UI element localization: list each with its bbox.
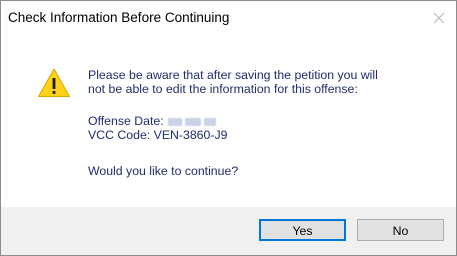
offense-date-row: Offense Date: <box>88 114 216 128</box>
warning-message: Please be aware that after saving the pe… <box>88 68 438 96</box>
close-button[interactable] <box>422 1 456 35</box>
button-bar: Yes No <box>1 207 456 255</box>
vcc-code-label: VCC Code: <box>88 128 151 142</box>
no-button[interactable]: No <box>357 219 444 241</box>
message-line-1: Please be aware that after saving the pe… <box>88 68 378 82</box>
continue-question: Would you like to continue? <box>88 164 239 178</box>
title-bar: Check Information Before Continuing <box>1 1 456 35</box>
vcc-code-row: VCC Code: VEN-3860-J9 <box>88 128 227 142</box>
offense-date-label: Offense Date: <box>88 114 164 128</box>
window-title: Check Information Before Continuing <box>8 10 230 25</box>
message-line-2: not be able to edit the information for … <box>88 82 358 96</box>
offense-date-redacted <box>203 117 216 126</box>
close-icon <box>433 12 445 24</box>
warning-icon <box>37 67 71 99</box>
yes-button[interactable]: Yes <box>259 219 346 241</box>
offense-date-redacted <box>184 117 201 126</box>
vcc-code-value: VEN-3860-J9 <box>153 128 228 142</box>
offense-date-redacted <box>167 117 182 126</box>
dialog-window: Check Information Before Continuing Plea… <box>0 0 457 256</box>
